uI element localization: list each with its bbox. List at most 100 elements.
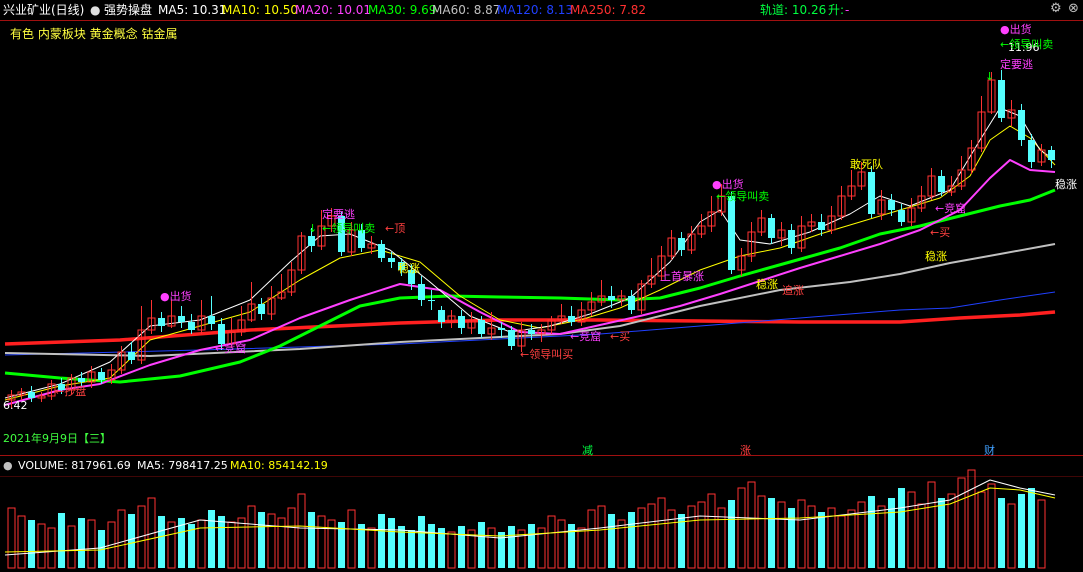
candle <box>208 296 215 330</box>
candle-body <box>768 218 775 238</box>
ma5-value: MA5: 10.31 <box>158 3 227 17</box>
volume-bar <box>37 523 46 569</box>
candle-body <box>98 372 105 380</box>
candle <box>577 302 586 326</box>
volume-bar <box>218 516 225 568</box>
volume-bar <box>587 509 596 569</box>
kline-chart[interactable]: 6.4211.962021年9月9日【三】●出货定要逃←领导叫卖 ←顶稳涨●出货←… <box>0 0 1083 572</box>
candle <box>847 170 856 200</box>
indicator-name[interactable]: 强势操盘 <box>104 0 152 20</box>
candle-body <box>388 258 395 262</box>
candle <box>678 232 685 256</box>
candle-body <box>438 310 445 322</box>
volume-bar <box>847 509 856 569</box>
volume-bar <box>898 488 905 568</box>
candle-body <box>418 284 425 300</box>
candle <box>998 70 1005 122</box>
candle <box>47 380 56 400</box>
candle <box>1048 146 1055 168</box>
candle <box>197 300 206 334</box>
candle-body <box>178 316 185 322</box>
volume-bar <box>478 522 485 568</box>
candle <box>1018 104 1025 146</box>
volume-bar <box>447 531 456 569</box>
candle <box>458 310 465 334</box>
candle <box>297 232 306 274</box>
volume-bars <box>7 469 1046 569</box>
volume-bar <box>308 512 315 568</box>
candle <box>287 262 296 296</box>
low-price-label: 6.42 <box>3 399 28 412</box>
ma30-value: MA30: 9.69 <box>368 3 437 17</box>
indicator-dot-icon: ● <box>90 3 101 17</box>
volume-bar <box>967 469 976 569</box>
candle <box>178 306 185 328</box>
signal-wenzhang-2: 稳涨 <box>756 277 778 291</box>
candle-body <box>428 300 435 301</box>
candle <box>188 314 195 334</box>
volume-bar <box>947 493 956 569</box>
marker-zhang: 涨 <box>740 444 751 457</box>
candle <box>447 310 456 328</box>
volume-bar <box>818 512 825 568</box>
candle <box>777 222 786 246</box>
volume-bar <box>1007 503 1016 569</box>
volume-bar <box>557 519 566 569</box>
volume-bar <box>277 517 286 569</box>
indicator-header: 兴业矿业(日线) ● 强势操盘 MA5: 10.31 MA10: 10.50 M… <box>0 0 1083 20</box>
track-value: 轨道: 10.26 <box>760 3 827 17</box>
candle-body <box>128 352 135 360</box>
candle-body <box>208 316 215 324</box>
volume-bar <box>728 500 735 568</box>
candle-body <box>678 238 685 250</box>
stock-name[interactable]: 兴业矿业(日线) <box>3 0 84 20</box>
ma10-value: MA10: 10.50 <box>222 3 299 17</box>
candle <box>617 290 626 306</box>
volume-bar <box>927 481 936 569</box>
candle <box>277 274 286 300</box>
volume-bar <box>707 493 716 569</box>
volume-bar <box>837 515 846 569</box>
volume-bar <box>577 527 586 569</box>
signal-lingdao-maichu: ←领导叫卖 <box>322 222 375 235</box>
candle <box>158 312 165 332</box>
close-icon[interactable]: ⊗ <box>1068 0 1079 19</box>
volume-bar <box>67 525 76 569</box>
volume-bar <box>28 520 35 568</box>
volume-bar <box>628 512 635 568</box>
candle <box>628 290 635 314</box>
candle-body <box>998 80 1005 118</box>
candle <box>868 166 875 218</box>
candle <box>837 186 846 220</box>
signal-dingyaotao-2: 定要逃 <box>1000 57 1033 71</box>
ma60-value: MA60: 8.87 <box>432 3 501 17</box>
candle <box>1007 100 1016 126</box>
candle-body <box>1018 110 1025 140</box>
candle-body <box>1048 150 1055 160</box>
signal-qihuo: 追涨 <box>782 283 804 297</box>
down-arrow-icon: ↓ <box>985 70 994 83</box>
candle-body <box>788 230 795 248</box>
candle-body <box>728 196 735 270</box>
candle-body <box>458 316 465 328</box>
candle <box>888 194 895 216</box>
settings-gear-icon[interactable]: ⚙ <box>1050 0 1062 19</box>
signal-chuhuo-3: ●出货 <box>1000 22 1032 36</box>
candle <box>568 306 575 326</box>
signal-jingzhan-3: ←竞窟 <box>935 201 966 215</box>
volume-bar <box>428 524 435 568</box>
candle <box>957 156 966 190</box>
track-tail: - <box>845 3 850 17</box>
candle <box>667 230 676 260</box>
candle <box>247 282 256 322</box>
volume-bar <box>957 477 966 569</box>
volume-bar <box>528 524 535 568</box>
volume-bar <box>757 495 766 569</box>
candle <box>977 96 986 152</box>
ma20-value: MA20: 10.01 <box>295 3 372 17</box>
volume-bar <box>998 498 1005 568</box>
volume-bar <box>287 507 296 569</box>
volume-bar <box>347 509 356 569</box>
volume-bar <box>917 503 926 569</box>
candle <box>728 192 735 274</box>
